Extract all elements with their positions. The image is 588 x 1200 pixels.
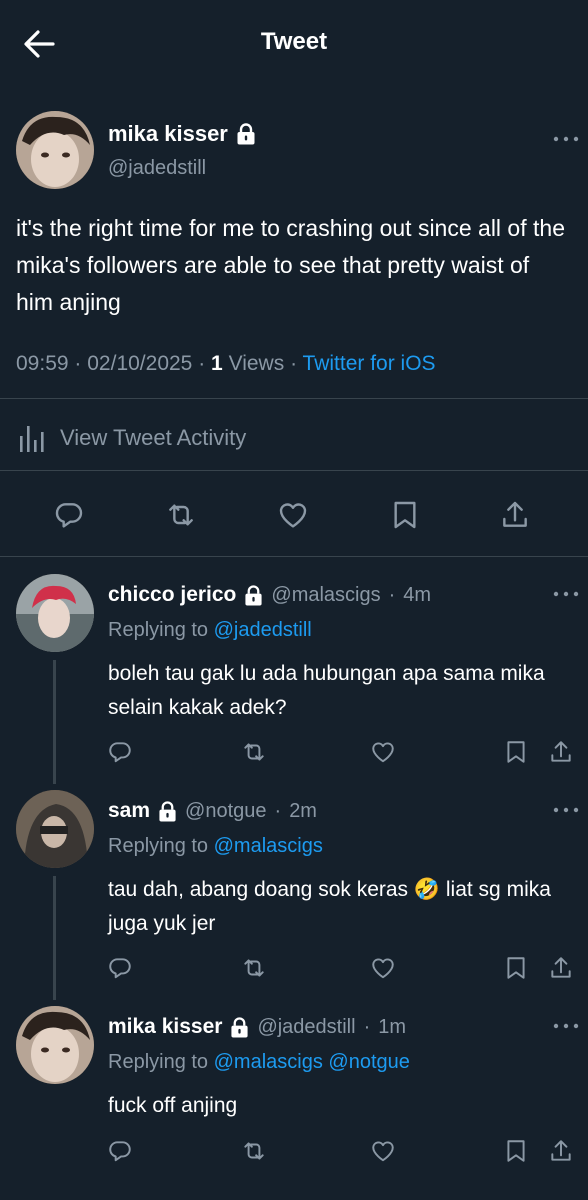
replying-to: Replying to @malascigs @notgue xyxy=(108,1051,410,1073)
share-icon[interactable] xyxy=(548,1138,574,1164)
thread-line xyxy=(53,660,56,784)
bookmark-icon[interactable] xyxy=(503,1138,529,1164)
divider xyxy=(0,398,588,399)
tweet-text: it's the right time for me to crashing o… xyxy=(16,215,565,315)
reply-icon[interactable] xyxy=(107,1138,133,1164)
tweet-time: 09:59 xyxy=(16,352,69,375)
author-handle[interactable]: @malascigs xyxy=(271,584,380,607)
reply-age: 1m xyxy=(378,1015,407,1038)
tweet-date: 02/10/2025 xyxy=(87,352,193,375)
reply-icon[interactable] xyxy=(107,739,133,765)
author-name[interactable]: mika kisser xyxy=(108,121,256,147)
avatar[interactable] xyxy=(16,111,94,189)
avatar[interactable] xyxy=(16,790,94,868)
like-icon[interactable] xyxy=(370,955,396,981)
author-handle[interactable]: @notgue xyxy=(185,800,266,823)
reply-text: fuck off anjing xyxy=(108,1094,238,1117)
lock-icon xyxy=(158,801,177,822)
author-display-name[interactable]: sam xyxy=(108,799,150,823)
more-options-icon[interactable] xyxy=(552,806,580,816)
more-options-icon[interactable] xyxy=(552,1022,580,1032)
like-icon[interactable] xyxy=(277,499,309,531)
reply-age: 4m xyxy=(403,583,432,606)
share-icon[interactable] xyxy=(499,499,531,531)
like-icon[interactable] xyxy=(370,739,396,765)
divider xyxy=(0,470,588,471)
reply-age: 2m xyxy=(289,799,317,822)
reply-header: sam @notgue · 2m xyxy=(108,799,317,823)
reply-header: chicco jerico @malascigs · 4m xyxy=(108,583,432,607)
tweet-meta: 09:59 · 02/10/2025 · 1 Views · Twitter f… xyxy=(16,352,436,375)
like-icon[interactable] xyxy=(370,1138,396,1164)
retweet-icon[interactable] xyxy=(241,739,267,765)
reply-text: tau dah, abang doang sok keras 🤣 liat sg… xyxy=(108,878,551,935)
view-tweet-activity-label: View Tweet Activity xyxy=(60,425,247,450)
bookmark-icon[interactable] xyxy=(503,739,529,765)
avatar[interactable] xyxy=(16,1006,94,1084)
bookmark-icon[interactable] xyxy=(503,955,529,981)
thread-line xyxy=(53,876,56,1000)
reply-header: mika kisser @jadedstill · 1m xyxy=(108,1015,407,1039)
analytics-icon xyxy=(18,422,48,454)
page-title: Tweet xyxy=(260,28,328,55)
share-icon[interactable] xyxy=(548,739,574,765)
author-display-name[interactable]: mika kisser xyxy=(108,1015,222,1039)
divider xyxy=(0,556,588,557)
replying-to: Replying to @malascigs xyxy=(108,835,323,857)
more-options-icon[interactable] xyxy=(552,590,580,600)
share-icon[interactable] xyxy=(548,955,574,981)
replying-to-link[interactable]: @malascigs xyxy=(214,835,323,857)
replying-to-link[interactable]: @jadedstill xyxy=(214,619,312,641)
retweet-icon[interactable] xyxy=(165,499,197,531)
replying-to: Replying to @jadedstill xyxy=(108,619,312,641)
view-tweet-activity[interactable]: View Tweet Activity xyxy=(18,422,246,454)
views-label: Views xyxy=(228,352,285,375)
retweet-icon[interactable] xyxy=(241,955,267,981)
reply-text: boleh tau gak lu ada hubungan apa sama m… xyxy=(108,662,545,719)
author-handle[interactable]: @jadedstill xyxy=(108,157,206,180)
lock-icon xyxy=(230,1017,249,1038)
more-options-icon[interactable] xyxy=(552,135,580,145)
lock-icon xyxy=(244,585,263,606)
author-handle[interactable]: @jadedstill xyxy=(257,1016,355,1039)
lock-icon xyxy=(236,123,256,145)
author-display-name[interactable]: chicco jerico xyxy=(108,583,236,607)
replying-to-link[interactable]: @malascigs @notgue xyxy=(214,1051,410,1073)
bookmark-icon[interactable] xyxy=(389,499,421,531)
tweet-source-link[interactable]: Twitter for iOS xyxy=(303,352,436,375)
author-display-name[interactable]: mika kisser xyxy=(108,121,228,147)
retweet-icon[interactable] xyxy=(241,1138,267,1164)
views-count: 1 xyxy=(211,352,223,375)
avatar[interactable] xyxy=(16,574,94,652)
reply-icon[interactable] xyxy=(107,955,133,981)
reply-icon[interactable] xyxy=(53,499,85,531)
